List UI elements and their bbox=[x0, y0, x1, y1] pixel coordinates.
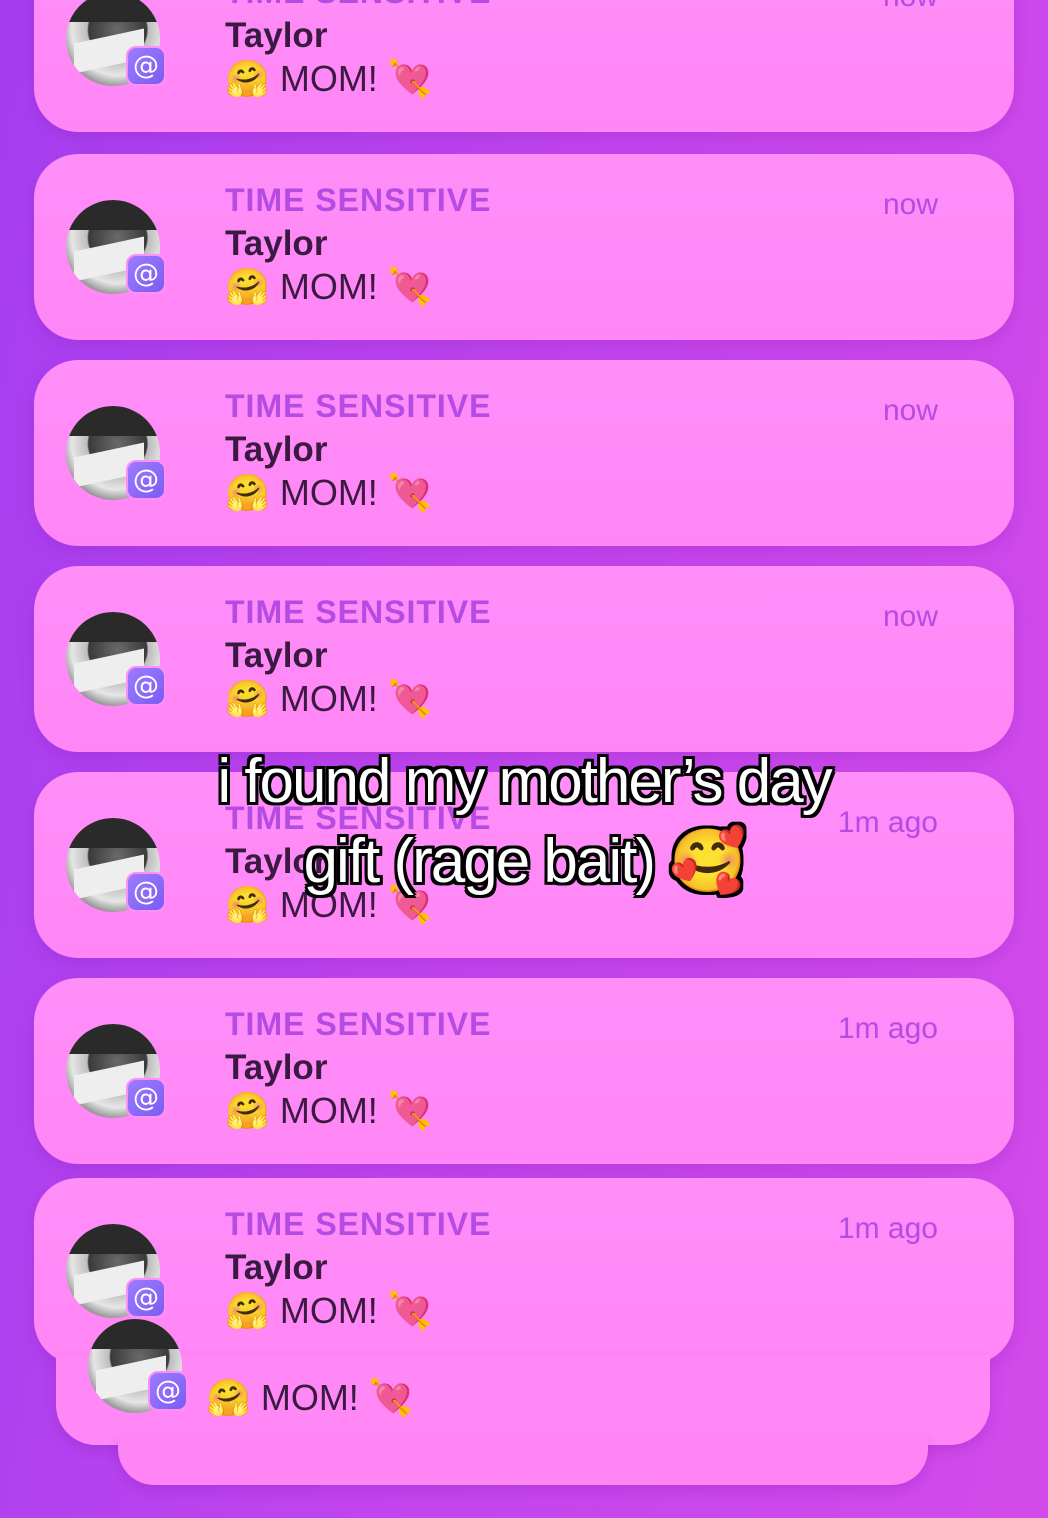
notification-message: 🤗 MOM! 💘 bbox=[225, 678, 433, 719]
notification-card[interactable]: @ TIME SENSITIVE Taylor 🤗 MOM! 💘 now bbox=[34, 154, 1014, 340]
caption-line-2: gift (rage bait) 🥰 bbox=[303, 827, 747, 896]
stacked-notification-back[interactable] bbox=[118, 1435, 928, 1485]
threads-at-icon: @ bbox=[126, 1078, 166, 1118]
stacked-message: 🤗 MOM! 💘 bbox=[206, 1377, 414, 1418]
notification-card[interactable]: @ TIME SENSITIVE Taylor 🤗 MOM! 💘 now bbox=[34, 360, 1014, 546]
stacked-notification[interactable]: @ 🤗 MOM! 💘 bbox=[56, 1319, 990, 1445]
caption-line-1: i found my mother’s day bbox=[217, 747, 832, 816]
threads-at-icon: @ bbox=[126, 1278, 166, 1318]
sender-name: Taylor bbox=[225, 224, 328, 263]
sender-name: Taylor bbox=[225, 1048, 328, 1087]
time-sensitive-label: TIME SENSITIVE bbox=[225, 182, 492, 218]
notification-time: now bbox=[882, 394, 938, 427]
notification-time: now bbox=[882, 600, 938, 633]
notification-time: 1m ago bbox=[837, 1012, 938, 1045]
threads-at-icon: @ bbox=[126, 46, 166, 86]
time-sensitive-label: TIME SENSITIVE bbox=[225, 1206, 492, 1242]
sender-name: Taylor bbox=[225, 430, 328, 469]
threads-at-icon: @ bbox=[126, 460, 166, 500]
sender-name: Taylor bbox=[225, 1248, 328, 1287]
caption-overlay: i found my mother’s day gift (rage bait)… bbox=[0, 742, 1048, 902]
notification-time: 1m ago bbox=[837, 1212, 938, 1245]
notification-message: 🤗 MOM! 💘 bbox=[225, 266, 433, 307]
notification-time: now bbox=[882, 188, 938, 221]
notification-message: 🤗 MOM! 💘 bbox=[225, 1090, 433, 1131]
sender-name: Taylor bbox=[225, 16, 328, 55]
notification-card[interactable]: @ TIME SENSITIVE Taylor 🤗 MOM! 💘 now bbox=[34, 566, 1014, 752]
notification-message: 🤗 MOM! 💘 bbox=[225, 472, 433, 513]
threads-at-icon: @ bbox=[126, 254, 166, 294]
notification-message: 🤗 MOM! 💘 bbox=[225, 58, 433, 99]
threads-at-icon: @ bbox=[126, 666, 166, 706]
time-sensitive-label: TIME SENSITIVE bbox=[225, 594, 492, 630]
sender-name: Taylor bbox=[225, 636, 328, 675]
time-sensitive-label: TIME SENSITIVE bbox=[225, 0, 491, 11]
notification-message: 🤗 MOM! 💘 bbox=[225, 1290, 433, 1331]
threads-at-icon: @ bbox=[148, 1371, 188, 1411]
time-sensitive-label: TIME SENSITIVE bbox=[225, 388, 492, 424]
notification-time: now bbox=[883, 0, 938, 14]
time-sensitive-label: TIME SENSITIVE bbox=[225, 1006, 492, 1042]
notification-card[interactable]: @ TIME SENSITIVE Taylor 🤗 MOM! 💘 1m ago bbox=[34, 978, 1014, 1164]
notification-card[interactable]: @ TIME SENSITIVE Taylor 🤗 MOM! 💘 now bbox=[34, 0, 1014, 132]
